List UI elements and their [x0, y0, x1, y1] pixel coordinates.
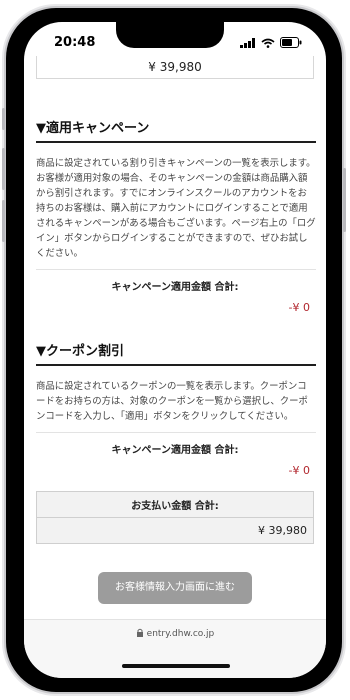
- coupon-total-value: -¥ 0: [288, 464, 310, 477]
- coupon-section-title: ▼クーポン割引: [36, 340, 316, 366]
- coupon-divider: [36, 432, 316, 433]
- coupon-description: 商品に設定されているクーポンの一覧を表示します。クーポンコードをお持ちの方は、対…: [36, 381, 308, 422]
- browser-address-bar[interactable]: entry.dhw.co.jp: [24, 619, 326, 678]
- phone-volume-down: [2, 200, 5, 242]
- campaign-divider: [36, 269, 316, 270]
- coupon-total-label: キャンペーン適用金額 合計:: [111, 445, 239, 456]
- cellular-signal-icon: [240, 37, 255, 48]
- campaign-description: 商品に設定されている割り引きキャンペーンの一覧を表示します。お客様が適用対象の場…: [36, 158, 316, 259]
- order-price: ¥ 39,980: [36, 56, 314, 79]
- campaign-total-value: -¥ 0: [288, 301, 310, 314]
- camera-notch: [116, 22, 224, 48]
- battery-icon: [280, 37, 302, 48]
- proceed-to-customer-info-button[interactable]: お客様情報入力画面に進む: [98, 572, 252, 604]
- status-time: 20:48: [54, 35, 96, 50]
- campaign-section-title: ▼適用キャンペーン: [36, 117, 316, 143]
- url-text: entry.dhw.co.jp: [146, 629, 215, 639]
- page-content: ¥ 39,980 ▼適用キャンペーン 商品に設定されている割り引きキャンペーンの…: [24, 56, 326, 604]
- phone-screen: 20:48 ¥ 39,980 ▼適用キャンペーン 商品に設定されている割り引きキ…: [24, 22, 326, 678]
- status-icons: [240, 37, 302, 48]
- phone-silent-switch: [2, 108, 5, 130]
- phone-volume-up: [2, 148, 5, 190]
- phone-power-button: [343, 168, 346, 232]
- url-display[interactable]: entry.dhw.co.jp: [24, 628, 326, 639]
- payment-total-label: お支払い金額 合計:: [37, 492, 313, 518]
- payment-total-value: ¥ 39,980: [37, 518, 313, 543]
- campaign-total-label: キャンペーン適用金額 合計:: [111, 282, 239, 293]
- wifi-icon: [261, 38, 275, 48]
- payment-summary: お支払い金額 合計: ¥ 39,980: [36, 491, 314, 544]
- lock-icon: [136, 628, 143, 637]
- home-indicator: [122, 664, 230, 668]
